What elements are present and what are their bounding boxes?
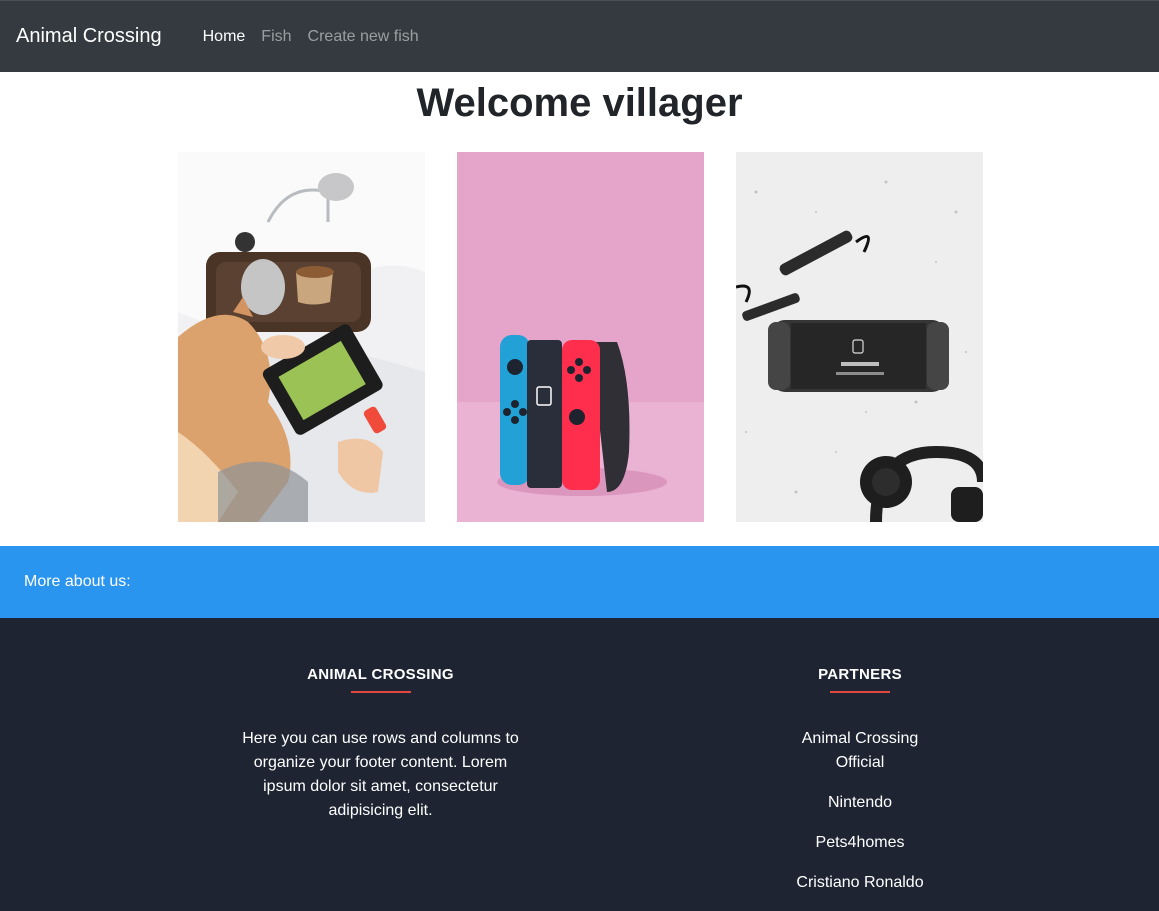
heading-underline [350, 691, 411, 693]
nav-link-home[interactable]: Home [203, 28, 246, 46]
more-about-label: More about us: [24, 573, 131, 590]
navbar: Animal Crossing Home Fish Create new fis… [0, 0, 1159, 72]
photo-switch-headphones [736, 152, 983, 522]
list-item: Pets4homes [760, 831, 960, 855]
photo-cat-switch [178, 152, 425, 522]
main-content: Welcome villager [0, 72, 1159, 546]
footer-partners-heading: PARTNERS [818, 666, 902, 683]
list-item: Nintendo [760, 791, 960, 815]
partner-link-cristiano-ronaldo[interactable]: Cristiano Ronaldo [796, 874, 923, 891]
nav-link-create-new-fish[interactable]: Create new fish [308, 28, 419, 46]
partner-link-animal-crossing-official[interactable]: Animal Crossing Official [795, 727, 925, 775]
partner-link-pets4homes[interactable]: Pets4homes [816, 834, 905, 851]
photo-gallery [178, 152, 983, 522]
list-item: Animal Crossing Official [760, 727, 960, 775]
partner-link-nintendo[interactable]: Nintendo [828, 794, 892, 811]
footer-about-heading: ANIMAL CROSSING [307, 666, 454, 683]
list-item: Cristiano Ronaldo [760, 871, 960, 895]
nav-link-fish[interactable]: Fish [261, 28, 291, 46]
footer-about-column: ANIMAL CROSSING Here you can use rows an… [240, 618, 521, 823]
more-about-band: More about us: [0, 546, 1159, 618]
footer: ANIMAL CROSSING Here you can use rows an… [0, 618, 1159, 911]
heading-underline [830, 691, 890, 693]
brand-link[interactable]: Animal Crossing [16, 25, 162, 48]
page-title: Welcome villager [416, 81, 743, 125]
nav-links: Home Fish Create new fish [203, 28, 419, 46]
footer-partners-column: PARTNERS Animal Crossing Official Ninten… [760, 618, 960, 911]
photo-joycon-pink [457, 152, 704, 522]
footer-about-text: Here you can use rows and columns to org… [242, 730, 519, 819]
partners-list: Animal Crossing Official Nintendo Pets4h… [760, 727, 960, 895]
